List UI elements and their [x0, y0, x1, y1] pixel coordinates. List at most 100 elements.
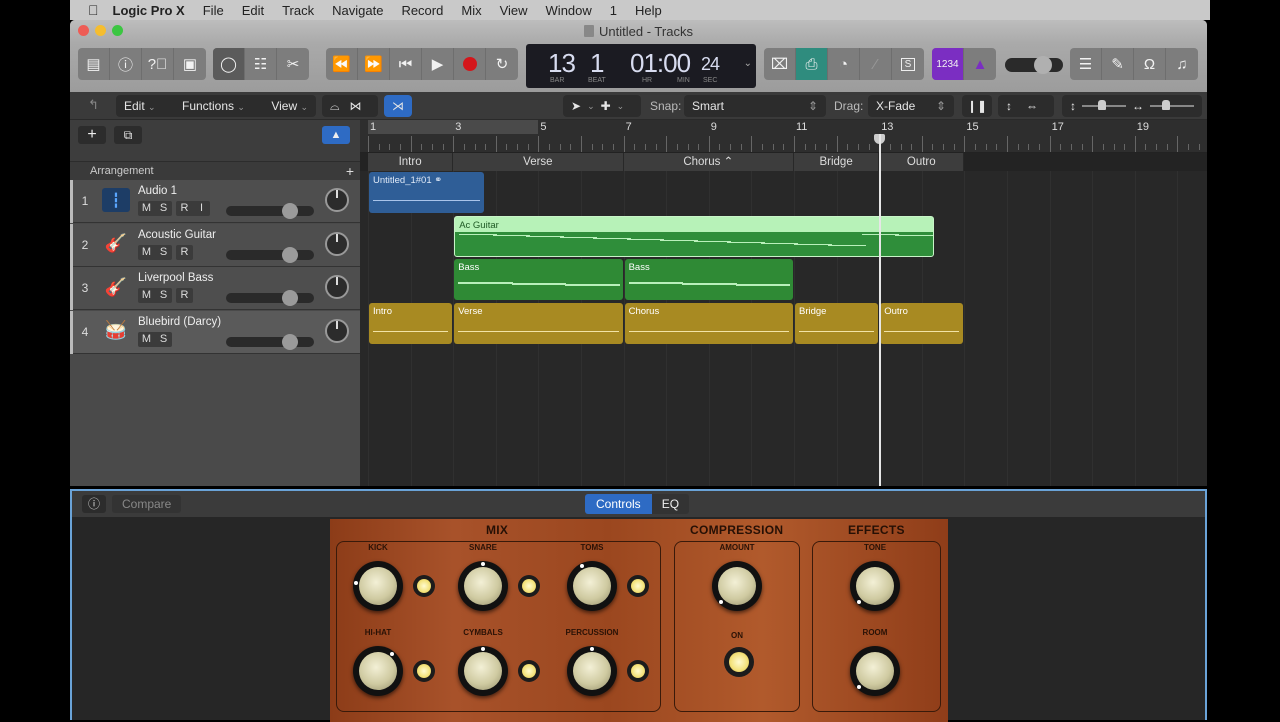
horizontal-fit-icon[interactable]: ⇔ — [1026, 99, 1038, 113]
volume-fader[interactable] — [226, 246, 314, 263]
record-enable-button[interactable]: R — [176, 245, 193, 260]
menu-window[interactable]: Window — [546, 3, 592, 18]
track-name[interactable]: Acoustic Guitar — [138, 229, 216, 241]
toms-enable-button[interactable] — [627, 575, 649, 597]
record-enable-button[interactable]: R — [176, 201, 193, 216]
add-track-button[interactable]: + — [78, 126, 106, 144]
tone-knob[interactable] — [850, 561, 900, 611]
volume-fader[interactable] — [226, 333, 314, 350]
track-name[interactable]: Bluebird (Darcy) — [138, 316, 221, 328]
toms-knob[interactable] — [567, 561, 617, 611]
track-header[interactable]: 3 🎸 Liverpool Bass M S R — [70, 267, 360, 310]
list-editors-button[interactable]: ☰ — [1070, 48, 1102, 80]
inspector-button[interactable]: ⓘ — [110, 48, 142, 80]
info-button[interactable]: ⓘ — [82, 495, 106, 513]
pan-knob[interactable] — [325, 188, 349, 212]
arrangement-marker[interactable]: Intro — [368, 153, 454, 171]
midi-region[interactable]: Ac Guitar — [454, 215, 934, 257]
pointer-tool-icon[interactable]: ➤ — [571, 99, 581, 113]
compression-amount-knob[interactable] — [712, 561, 762, 611]
pan-knob[interactable] — [325, 231, 349, 256]
volume-fader-knob[interactable] — [282, 290, 298, 306]
room-knob[interactable] — [850, 646, 900, 696]
rewind-button[interactable]: ⏪ — [326, 48, 358, 80]
record-button[interactable] — [454, 48, 486, 80]
mute-button[interactable]: M — [138, 288, 155, 303]
mixer-button[interactable]: ☷ — [245, 48, 277, 80]
replace-button[interactable]: ⌧ — [764, 48, 796, 80]
smart-controls-button[interactable]: ◯ — [213, 48, 245, 80]
drum-kit-icon[interactable]: 🥁 — [102, 319, 130, 343]
track-header[interactable]: 4 🥁 Bluebird (Darcy) M S — [70, 310, 360, 354]
tab-eq[interactable]: EQ — [651, 494, 690, 514]
drummer-region[interactable]: Chorus — [624, 302, 793, 344]
count-in-button[interactable]: 1234 — [932, 48, 964, 80]
record-enable-button[interactable]: R — [176, 288, 193, 303]
drummer-region[interactable]: Verse — [454, 302, 623, 344]
fast-forward-button[interactable]: ⏩ — [358, 48, 390, 80]
duplicate-track-button[interactable]: ⧉ — [114, 126, 142, 144]
vertical-fit-icon[interactable]: ↕ — [1006, 99, 1012, 113]
percussion-enable-button[interactable] — [627, 660, 649, 682]
arrangement-marker[interactable]: Outro — [879, 153, 965, 171]
volume-fader[interactable] — [226, 203, 314, 219]
hihat-enable-button[interactable] — [413, 660, 435, 682]
functions-menu[interactable]: Functions ⌄ — [182, 99, 245, 113]
go-to-beginning-button[interactable]: ⏮ — [390, 48, 422, 80]
volume-fader-knob[interactable] — [282, 333, 298, 350]
lcd-chevron-down-icon[interactable]: ⌄ — [744, 58, 752, 69]
drummer-region[interactable]: Bridge — [795, 302, 879, 344]
solo-button[interactable]: S — [155, 288, 172, 303]
cycle-button[interactable]: ↻ — [486, 48, 518, 80]
loop-browser-button[interactable]: Ω — [1134, 48, 1166, 80]
cycle-region[interactable] — [368, 120, 539, 134]
apple-menu-icon[interactable]:  — [88, 2, 99, 18]
compare-button[interactable]: Compare — [112, 495, 182, 513]
automation-icon[interactable]: ⌓ — [330, 99, 340, 114]
add-marker-button[interactable]: + — [346, 162, 354, 180]
snap-select[interactable]: Smart ⇕ — [684, 95, 826, 117]
kick-knob[interactable] — [353, 561, 403, 611]
lcd-display[interactable]: 13 1 01:00 24 BAR BEAT HR MIN SEC ⌄ — [526, 44, 756, 88]
track-header[interactable]: 2 🎸 Acoustic Guitar M S R — [70, 223, 360, 267]
hihat-knob[interactable] — [353, 646, 403, 696]
volume-fader[interactable] — [226, 290, 314, 306]
track-name[interactable]: Audio 1 — [138, 185, 177, 197]
midi-region[interactable]: Bass — [624, 259, 793, 300]
back-arrow-icon[interactable]: ↰ — [88, 97, 99, 113]
editors-button[interactable]: ✂ — [277, 48, 309, 80]
solo-button[interactable]: S — [155, 245, 172, 260]
flex-icon[interactable]: ⋈ — [350, 99, 362, 113]
menu-help[interactable]: Help — [635, 3, 662, 18]
audio-region[interactable]: Untitled_1#01 ⚭ — [369, 172, 485, 213]
snare-enable-button[interactable] — [518, 575, 540, 597]
tracks-area[interactable]: 1 3 5 7 9 11 13 15 17 19 Intro Verse Chorus ⌃ Bridge… — [360, 120, 1207, 486]
horizontal-zoom-slider[interactable] — [1150, 100, 1194, 110]
drummer-region[interactable]: Outro — [880, 302, 964, 344]
master-volume-slider[interactable] — [1005, 56, 1063, 74]
percussion-knob[interactable] — [567, 646, 617, 696]
cymbals-knob[interactable] — [458, 646, 508, 696]
tuning-fork-button[interactable]: ⁄ — [860, 48, 892, 80]
menu-mix[interactable]: Mix — [461, 3, 481, 18]
volume-fader-knob[interactable] — [282, 246, 298, 263]
track-header[interactable]: 1 ┇ Audio 1 MSRI — [70, 180, 360, 223]
mute-button[interactable]: M — [138, 245, 155, 260]
quick-help-button[interactable]: ?⃝ — [142, 48, 174, 80]
menu-navigate[interactable]: Navigate — [332, 3, 383, 18]
input-monitor-button[interactable]: I — [193, 201, 210, 216]
master-volume-knob[interactable] — [1034, 56, 1052, 74]
drag-select[interactable]: X-Fade ⇕ — [868, 95, 954, 117]
track-name[interactable]: Liverpool Bass — [138, 272, 213, 284]
menu-edit[interactable]: Edit — [242, 3, 264, 18]
mute-button[interactable]: M — [138, 201, 155, 216]
pencil-tool-icon[interactable]: ✚ — [601, 99, 611, 113]
global-tracks-button[interactable]: ▲ — [322, 126, 350, 144]
waveform-zoom-button[interactable]: ❙❚ — [962, 95, 992, 117]
mute-button[interactable]: M — [138, 332, 155, 347]
arrangement-marker[interactable]: Chorus ⌃ — [623, 153, 794, 171]
midi-region[interactable]: Bass — [454, 259, 623, 300]
solo-button[interactable]: S — [892, 48, 924, 80]
tuner-button[interactable]: ◔ — [828, 48, 860, 80]
pan-knob[interactable] — [325, 318, 349, 343]
